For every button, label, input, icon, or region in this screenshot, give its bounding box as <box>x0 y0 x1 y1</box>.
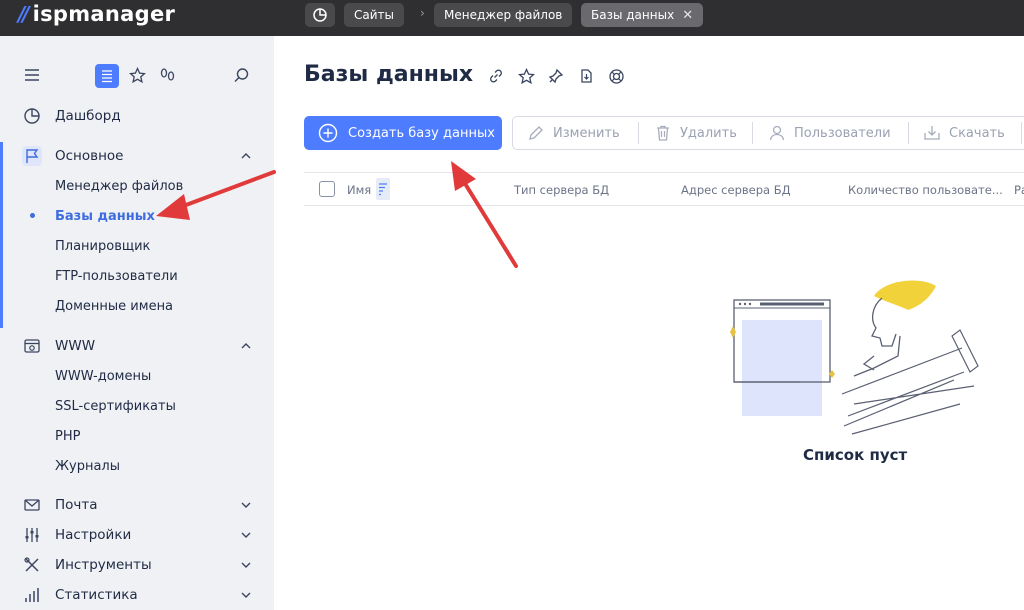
users-button[interactable]: Пользователи <box>768 117 891 149</box>
close-icon[interactable]: ✕ <box>682 8 693 23</box>
toolbar-divider <box>1021 122 1022 144</box>
download-icon <box>924 126 940 140</box>
chevron-down-icon[interactable] <box>238 587 254 603</box>
sidebar-item-scheduler[interactable]: Планировщик <box>55 234 150 258</box>
trash-icon <box>657 125 669 141</box>
breadcrumb-separator: › <box>420 6 425 20</box>
title-actions <box>486 66 626 86</box>
www-icon <box>22 336 42 356</box>
column-header-db-server-type[interactable]: Тип сервера БД <box>514 183 609 197</box>
column-header-truncated[interactable]: Ра <box>1014 183 1024 197</box>
sidebar-item-statistics[interactable]: Статистика <box>0 581 274 609</box>
breadcrumb-label: Сайты <box>354 8 394 22</box>
active-item-dot <box>30 213 35 218</box>
list-view-button[interactable] <box>95 64 119 88</box>
users-label: Пользователи <box>794 125 891 141</box>
toolbar: Изменить Удалить Пользователи Скачать <box>512 116 1024 150</box>
breadcrumb-databases[interactable]: Базы данных ✕ <box>581 3 704 27</box>
sidebar-item-logs[interactable]: Журналы <box>55 454 120 478</box>
list-icon <box>102 70 112 83</box>
star-icon[interactable] <box>516 66 536 86</box>
export-icon[interactable] <box>576 66 596 86</box>
column-header-db-server-address[interactable]: Адрес сервера БД <box>681 183 791 197</box>
toolbar-divider <box>638 122 639 144</box>
sidebar-item-www[interactable]: WWW <box>0 332 274 360</box>
logo-text: ispmanager <box>32 2 176 26</box>
edit-button[interactable]: Изменить <box>527 117 620 149</box>
sidebar-item-settings[interactable]: Настройки <box>0 521 274 549</box>
chevron-down-icon[interactable] <box>238 497 254 513</box>
sidebar-item-label: WWW <box>55 338 96 354</box>
chevron-down-icon[interactable] <box>238 527 254 543</box>
edit-label: Изменить <box>553 125 620 141</box>
pencil-icon <box>529 126 543 140</box>
sidebar-item-label: Основное <box>55 148 124 164</box>
sidebar-item-domain-names[interactable]: Доменные имена <box>55 294 173 318</box>
logo[interactable]: // ispmanager <box>18 0 175 28</box>
help-lifebuoy-icon[interactable] <box>606 66 626 86</box>
breadcrumb-file-manager[interactable]: Менеджер файлов <box>434 3 573 27</box>
delete-button[interactable]: Удалить <box>654 117 737 149</box>
empty-list-illustration <box>730 280 979 435</box>
chevron-up-icon[interactable] <box>238 338 254 354</box>
star-icon[interactable] <box>129 67 146 84</box>
toolbar-divider <box>908 122 909 144</box>
sidebar-item-label: Инструменты <box>55 557 152 573</box>
tools-icon <box>22 555 42 575</box>
create-database-label: Создать базу данных <box>348 125 495 141</box>
pin-icon[interactable] <box>546 66 566 86</box>
sidebar-item-label: Статистика <box>55 587 138 603</box>
flag-icon <box>22 146 42 166</box>
table-header: Имя Тип сервера БД Адрес сервера БД Коли… <box>304 172 1024 206</box>
breadcrumb-label: Менеджер файлов <box>444 8 563 22</box>
sidebar-item-php[interactable]: PHP <box>55 424 80 448</box>
create-database-button[interactable]: Создать базу данных <box>304 116 502 150</box>
sidebar-item-tools[interactable]: Инструменты <box>0 551 274 579</box>
toolbar-divider <box>752 122 753 144</box>
sidebar: Дашборд Основное Менеджер файлов Базы да… <box>0 36 274 610</box>
search-icon[interactable] <box>233 67 250 84</box>
sidebar-item-ftp-users[interactable]: FTP-пользователи <box>55 264 178 288</box>
dashboard-shortcut-button[interactable] <box>305 3 335 27</box>
sidebar-item-databases[interactable]: Базы данных <box>55 204 155 228</box>
sidebar-item-label: Почта <box>55 497 98 513</box>
sidebar-item-file-manager[interactable]: Менеджер файлов <box>55 174 183 198</box>
download-label: Скачать <box>949 125 1005 141</box>
sidebar-toolbar <box>0 62 274 90</box>
column-header-name[interactable]: Имя <box>347 183 371 197</box>
sidebar-item-mail[interactable]: Почта <box>0 491 274 519</box>
select-all-checkbox[interactable] <box>319 181 335 197</box>
mail-icon <box>22 495 42 515</box>
user-icon <box>769 125 785 141</box>
stats-icon <box>22 585 42 605</box>
page-title: Базы данных <box>304 62 474 87</box>
chevron-up-icon[interactable] <box>238 148 254 164</box>
footprints-icon[interactable] <box>159 67 176 84</box>
top-bar: // ispmanager Сайты › Менеджер файлов Ба… <box>0 0 1024 36</box>
menu-icon[interactable] <box>24 68 40 82</box>
breadcrumb-label: Базы данных <box>591 8 675 22</box>
column-header-users-count[interactable]: Количество пользовате... <box>848 183 1003 197</box>
sidebar-item-dashboard[interactable]: Дашборд <box>0 102 274 130</box>
dashboard-icon <box>313 8 327 22</box>
sidebar-item-label: Настройки <box>55 527 132 543</box>
download-button[interactable]: Скачать <box>923 117 1005 149</box>
empty-list-message: Список пуст <box>803 446 908 464</box>
dashboard-icon <box>22 106 42 126</box>
sidebar-item-ssl-certificates[interactable]: SSL-сертификаты <box>55 394 176 418</box>
link-icon[interactable] <box>486 66 506 86</box>
sidebar-item-main[interactable]: Основное <box>0 142 274 170</box>
chevron-down-icon[interactable] <box>238 557 254 573</box>
sliders-icon <box>22 525 42 545</box>
logo-mark-icon: // <box>18 2 29 26</box>
delete-label: Удалить <box>680 125 737 141</box>
sidebar-item-www-domains[interactable]: WWW-домены <box>55 364 151 388</box>
sort-icon[interactable] <box>376 178 390 200</box>
breadcrumb-sites[interactable]: Сайты <box>344 3 404 27</box>
plus-circle-icon <box>318 123 338 143</box>
sidebar-item-label: Дашборд <box>55 108 121 124</box>
